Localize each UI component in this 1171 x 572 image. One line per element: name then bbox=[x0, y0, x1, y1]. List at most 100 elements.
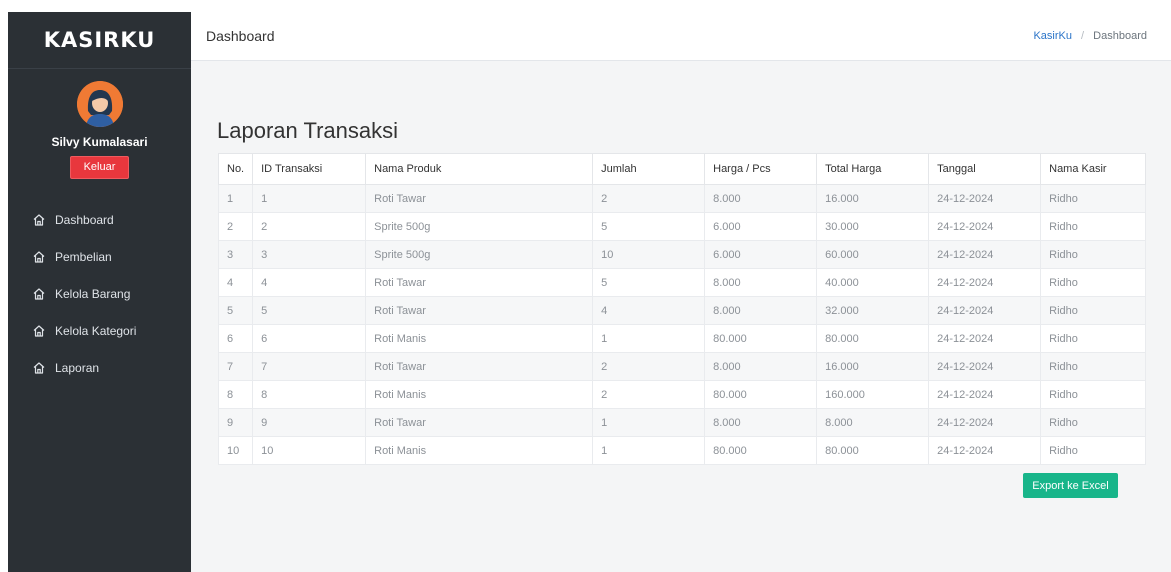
sidebar: KASIRKU Silvy Kumalasari Keluar Dashboar… bbox=[8, 12, 191, 572]
cell-tanggal: 24-12-2024 bbox=[928, 212, 1042, 241]
brand-logo[interactable]: KASIRKU bbox=[8, 12, 191, 69]
cell-id-transaksi: 3 bbox=[252, 240, 367, 269]
cell-no: 4 bbox=[217, 268, 254, 297]
sidebar-item-label: Laporan bbox=[55, 360, 100, 375]
cell-nama-kasir: Ridho bbox=[1040, 352, 1146, 381]
table-row: 8 8 Roti Manis 2 80.000 160.000 24-12-2024 Ridh… bbox=[217, 380, 1146, 409]
cell-nama-produk: Roti Tawar bbox=[365, 408, 594, 437]
top-bar: Dashboard KasirKu / Dashboard bbox=[191, 12, 1171, 61]
cell-tanggal: 24-12-2024 bbox=[928, 240, 1042, 269]
cell-jumlah: 10 bbox=[592, 240, 706, 269]
sidebar-item-kelola-barang[interactable]: Kelola Barang bbox=[8, 275, 191, 312]
cell-nama-kasir: Ridho bbox=[1040, 184, 1146, 213]
cell-total-harga: 40.000 bbox=[816, 268, 930, 297]
cell-nama-kasir: Ridho bbox=[1040, 240, 1146, 269]
cell-no: 2 bbox=[217, 212, 254, 241]
cell-jumlah: 5 bbox=[592, 268, 706, 297]
cell-tanggal: 24-12-2024 bbox=[928, 296, 1042, 325]
table-row: 1 1 Roti Tawar 2 8.000 16.000 24-12-2024 Ridho bbox=[217, 184, 1146, 213]
cell-no: 9 bbox=[217, 408, 254, 437]
home-icon bbox=[32, 213, 46, 227]
cell-total-harga: 32.000 bbox=[816, 296, 930, 325]
column-header-id-transaksi: ID Transaksi bbox=[252, 153, 367, 185]
table-row: 10 10 Roti Manis 1 80.000 80.000 24-12-2024 Rid… bbox=[217, 436, 1146, 465]
cell-harga-pcs: 8.000 bbox=[704, 184, 818, 213]
cell-jumlah: 2 bbox=[592, 184, 706, 213]
cell-total-harga: 160.000 bbox=[816, 380, 930, 409]
table-row: 3 3 Sprite 500g 10 6.000 60.000 24-12-2024 Ridh… bbox=[217, 240, 1146, 269]
table-row: 7 7 Roti Tawar 2 8.000 16.000 24-12-2024 Ridho bbox=[217, 352, 1146, 381]
table-header-row: No. ID Transaksi Nama Produk Jumlah Harg… bbox=[217, 153, 1146, 185]
cell-nama-produk: Roti Manis bbox=[365, 380, 594, 409]
cell-jumlah: 1 bbox=[592, 408, 706, 437]
page-title: Dashboard bbox=[206, 28, 275, 44]
export-excel-button[interactable]: Export ke Excel bbox=[1023, 473, 1118, 498]
transaction-table: No. ID Transaksi Nama Produk Jumlah Harg… bbox=[217, 153, 1146, 465]
table-row: 5 5 Roti Tawar 4 8.000 32.000 24-12-2024 Ridho bbox=[217, 296, 1146, 325]
cell-no: 3 bbox=[217, 240, 254, 269]
cell-nama-produk: Roti Tawar bbox=[365, 352, 594, 381]
cell-jumlah: 5 bbox=[592, 212, 706, 241]
sidebar-item-dashboard[interactable]: Dashboard bbox=[8, 201, 191, 238]
cell-no: 6 bbox=[217, 324, 254, 353]
cell-nama-kasir: Ridho bbox=[1040, 212, 1146, 241]
cell-nama-kasir: Ridho bbox=[1040, 268, 1146, 297]
cell-harga-pcs: 8.000 bbox=[704, 408, 818, 437]
sidebar-nav: Dashboard Pembelian Kelola Barang Kelola… bbox=[8, 201, 191, 386]
cell-tanggal: 24-12-2024 bbox=[928, 324, 1042, 353]
cell-nama-produk: Roti Tawar bbox=[365, 268, 594, 297]
sidebar-item-label: Pembelian bbox=[55, 249, 112, 264]
cell-tanggal: 24-12-2024 bbox=[928, 408, 1042, 437]
user-panel: Silvy Kumalasari Keluar bbox=[8, 69, 191, 179]
cell-nama-kasir: Ridho bbox=[1040, 296, 1146, 325]
cell-nama-kasir: Ridho bbox=[1040, 436, 1146, 465]
cell-harga-pcs: 6.000 bbox=[704, 212, 818, 241]
cell-total-harga: 80.000 bbox=[816, 436, 930, 465]
cell-harga-pcs: 80.000 bbox=[704, 436, 818, 465]
cell-id-transaksi: 9 bbox=[252, 408, 367, 437]
cell-no: 5 bbox=[217, 296, 254, 325]
sidebar-item-label: Kelola Kategori bbox=[55, 323, 137, 338]
column-header-jumlah: Jumlah bbox=[592, 153, 706, 185]
sidebar-item-laporan[interactable]: Laporan bbox=[8, 349, 191, 386]
home-icon bbox=[32, 361, 46, 375]
cell-nama-produk: Roti Tawar bbox=[365, 184, 594, 213]
column-header-nama-produk: Nama Produk bbox=[365, 153, 594, 185]
cell-id-transaksi: 6 bbox=[252, 324, 367, 353]
breadcrumb-separator: / bbox=[1081, 30, 1085, 42]
cell-nama-produk: Roti Manis bbox=[365, 436, 594, 465]
sidebar-item-kelola-kategori[interactable]: Kelola Kategori bbox=[8, 312, 191, 349]
cell-tanggal: 24-12-2024 bbox=[928, 436, 1042, 465]
cell-nama-produk: Sprite 500g bbox=[365, 240, 594, 269]
home-icon bbox=[32, 324, 46, 338]
column-header-total-harga: Total Harga bbox=[816, 153, 930, 185]
cell-id-transaksi: 7 bbox=[252, 352, 367, 381]
cell-total-harga: 80.000 bbox=[816, 324, 930, 353]
logout-button[interactable]: Keluar bbox=[69, 156, 130, 179]
cell-harga-pcs: 6.000 bbox=[704, 240, 818, 269]
home-icon bbox=[32, 287, 46, 301]
cell-nama-produk: Roti Tawar bbox=[365, 296, 594, 325]
cell-tanggal: 24-12-2024 bbox=[928, 268, 1042, 297]
sidebar-item-label: Dashboard bbox=[55, 212, 114, 227]
user-name: Silvy Kumalasari bbox=[51, 135, 148, 149]
column-header-no: No. bbox=[217, 153, 254, 185]
cell-nama-kasir: Ridho bbox=[1040, 324, 1146, 353]
table-row: 2 2 Sprite 500g 5 6.000 30.000 24-12-2024 Ridho bbox=[217, 212, 1146, 241]
cell-id-transaksi: 1 bbox=[252, 184, 367, 213]
cell-total-harga: 8.000 bbox=[816, 408, 930, 437]
cell-total-harga: 16.000 bbox=[816, 184, 930, 213]
cell-jumlah: 2 bbox=[592, 380, 706, 409]
sidebar-item-pembelian[interactable]: Pembelian bbox=[8, 238, 191, 275]
breadcrumb-home-link[interactable]: KasirKu bbox=[1033, 30, 1072, 42]
cell-harga-pcs: 8.000 bbox=[704, 268, 818, 297]
cell-jumlah: 4 bbox=[592, 296, 706, 325]
table-row: 6 6 Roti Manis 1 80.000 80.000 24-12-2024 Ridho bbox=[217, 324, 1146, 353]
column-header-tanggal: Tanggal bbox=[928, 153, 1042, 185]
cell-nama-kasir: Ridho bbox=[1040, 408, 1146, 437]
cell-nama-produk: Roti Manis bbox=[365, 324, 594, 353]
avatar bbox=[76, 81, 123, 127]
cell-id-transaksi: 10 bbox=[252, 436, 367, 465]
home-icon bbox=[32, 250, 46, 264]
cell-harga-pcs: 8.000 bbox=[704, 296, 818, 325]
